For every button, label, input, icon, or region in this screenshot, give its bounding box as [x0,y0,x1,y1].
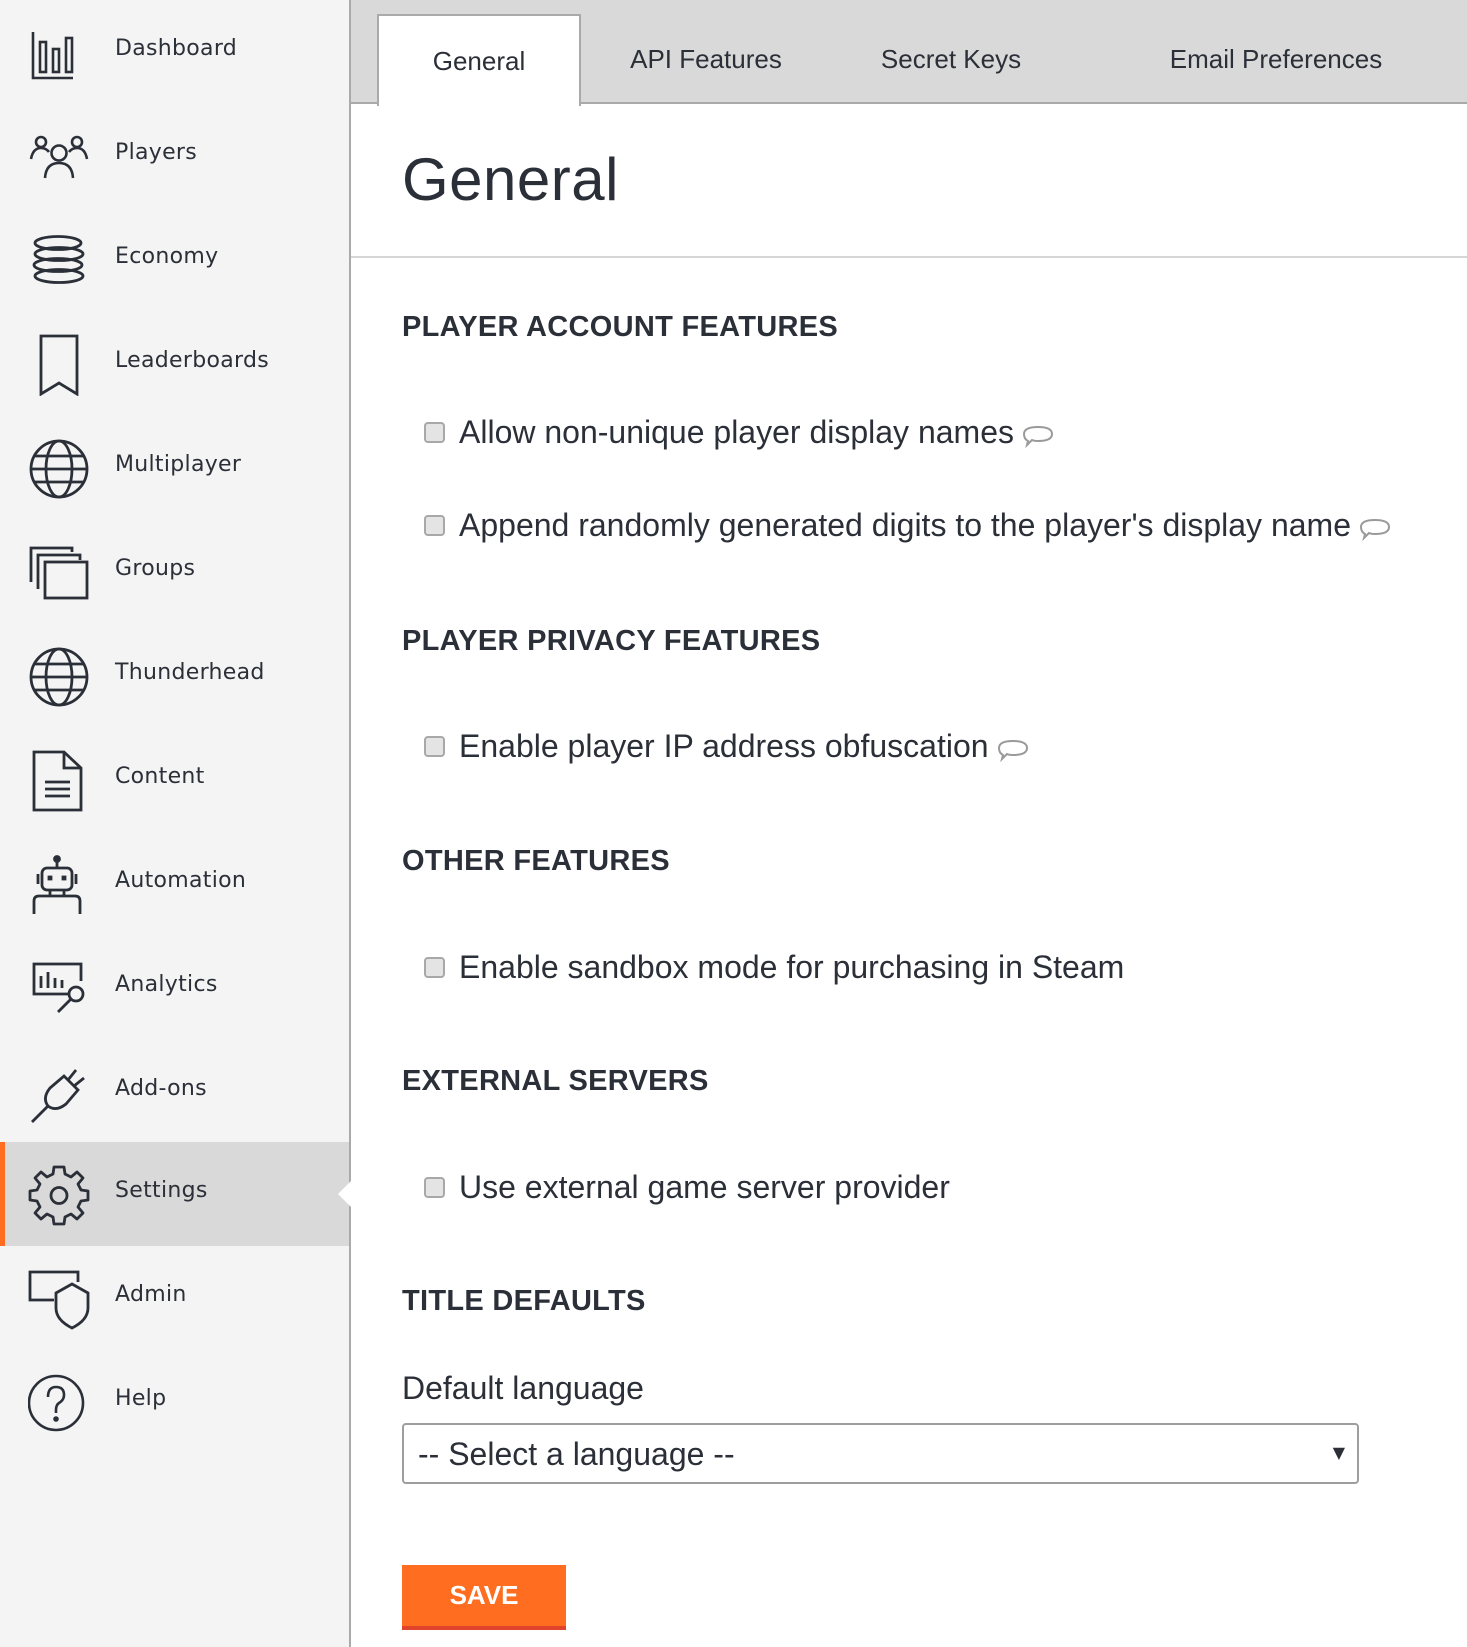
option-steam-sandbox: Enable sandbox mode for purchasing in St… [424,947,1124,987]
help-circle-icon [27,1372,90,1434]
sidebar-item-label: Thunderhead [115,660,265,685]
sidebar-item-label: Help [115,1386,167,1411]
gear-icon [28,1164,90,1226]
option-label: Enable sandbox mode for purchasing in St… [459,948,1125,985]
select-value: -- Select a language -- [418,1436,735,1472]
section-heading-player-privacy: PLAYER PRIVACY FEATURES [402,625,821,657]
checkbox-append-random-digits[interactable] [424,514,445,536]
section-heading-other-features: OTHER FEATURES [402,845,670,877]
info-comment-icon[interactable] [1359,517,1391,542]
sidebar-item-label: Leaderboards [115,348,270,373]
sidebar-item-label: Content [115,764,205,789]
option-label: Enable player IP address obfuscation [459,727,989,764]
admin-shield-icon [28,1268,90,1330]
checkbox-ip-obfuscation[interactable] [424,735,445,757]
sidebar-item-help[interactable]: Help [0,1350,349,1454]
globe-icon [28,438,90,500]
option-append-random-digits: Append randomly generated digits to the … [424,505,1391,545]
option-ip-obfuscation: Enable player IP address obfuscation [424,726,1029,766]
sidebar-item-settings[interactable]: Settings [0,1142,352,1246]
plug-icon [28,1062,90,1124]
info-comment-icon[interactable] [1022,424,1054,449]
option-label: Use external game server provider [459,1168,950,1205]
stacked-windows-icon [28,542,90,604]
bookmark-icon [28,334,90,397]
bar-chart-icon [28,22,90,84]
divider [351,256,1467,258]
checkbox-steam-sandbox[interactable] [424,956,445,978]
sidebar-item-dashboard[interactable]: Dashboard [0,0,349,104]
sidebar-item-label: Players [115,140,198,165]
chevron-down-icon: ▼ [1332,1443,1345,1462]
tab-secret-keys[interactable]: Secret Keys [841,14,1061,104]
option-allow-non-unique-names: Allow non-unique player display names [424,412,1054,452]
sidebar-item-label: Economy [115,244,219,269]
sidebar-item-players[interactable]: Players [0,104,349,208]
document-icon [28,750,90,812]
tab-general[interactable]: General [377,14,581,106]
robot-icon [28,854,90,916]
sidebar-item-label: Multiplayer [115,452,242,477]
option-label: Allow non-unique player display names [459,413,1014,450]
sidebar-item-label: Groups [115,556,196,581]
sidebar: Dashboard Players Economy Leaderboards M… [0,0,352,1647]
sidebar-item-label: Settings [115,1178,208,1203]
sidebar-item-economy[interactable]: Economy [0,208,349,312]
sidebar-item-label: Dashboard [115,36,238,61]
sidebar-item-label: Analytics [115,972,218,997]
coin-stack-icon [28,230,90,292]
sidebar-item-analytics[interactable]: Analytics [0,936,349,1040]
tab-api-features[interactable]: API Features [591,14,821,104]
sidebar-item-thunderhead[interactable]: Thunderhead [0,624,349,728]
save-button[interactable]: SAVE [402,1565,566,1630]
sidebar-item-leaderboards[interactable]: Leaderboards [0,312,349,416]
checkbox-external-game-server[interactable] [424,1176,445,1198]
page-title: General [402,146,619,213]
tab-bar: General API Features Secret Keys Email P… [351,0,1467,106]
analytics-search-icon [28,958,90,1020]
option-external-game-server: Use external game server provider [424,1167,950,1207]
section-heading-external-servers: EXTERNAL SERVERS [402,1065,709,1097]
info-comment-icon[interactable] [997,738,1029,763]
sidebar-item-admin[interactable]: Admin [0,1246,349,1350]
sidebar-item-groups[interactable]: Groups [0,520,349,624]
sidebar-item-label: Admin [115,1282,187,1307]
option-label: Append randomly generated digits to the … [459,506,1351,543]
tab-email-preferences[interactable]: Email Preferences [1111,14,1441,104]
sidebar-item-label: Automation [115,868,247,893]
checkbox-allow-non-unique-names[interactable] [424,421,445,443]
sidebar-item-label: Add-ons [115,1076,207,1101]
section-heading-player-account: PLAYER ACCOUNT FEATURES [402,311,839,343]
section-heading-title-defaults: TITLE DEFAULTS [402,1285,646,1317]
players-icon [28,126,90,188]
main-content: General API Features Secret Keys Email P… [351,0,1467,1647]
sidebar-item-multiplayer[interactable]: Multiplayer [0,416,349,520]
sidebar-item-content[interactable]: Content [0,728,349,832]
active-indicator-notch [338,1180,352,1208]
sidebar-item-add-ons[interactable]: Add-ons [0,1040,349,1144]
globe-icon [28,646,90,708]
default-language-label: Default language [402,1370,644,1406]
sidebar-item-automation[interactable]: Automation [0,832,349,936]
default-language-select[interactable]: -- Select a language -- ▼ [402,1423,1359,1484]
